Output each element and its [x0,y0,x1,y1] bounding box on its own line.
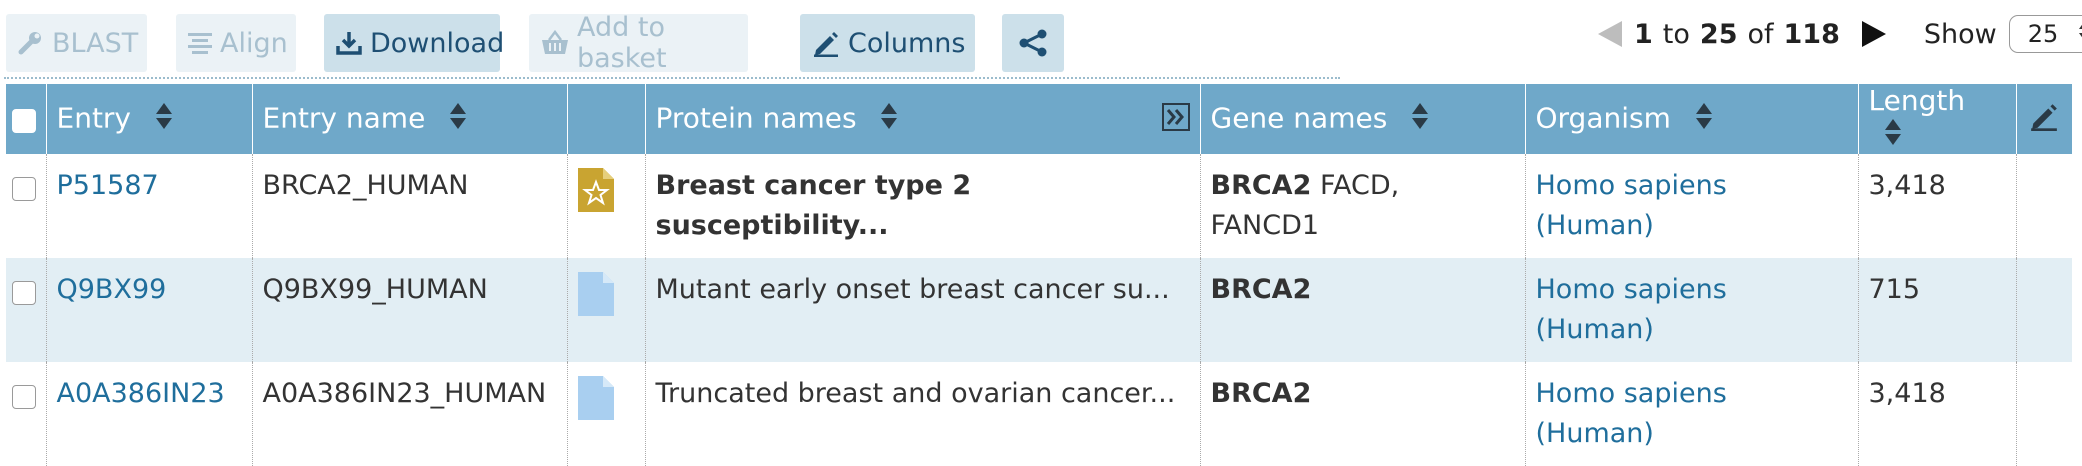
gene-names-cell: BRCA2 FACD, FANCD1 [1199,154,1525,258]
column-header-length[interactable]: Length [1857,84,2016,154]
entry-name-cell: A0A386IN23_HUMAN [251,362,567,466]
organism-header-label: Organism [1535,101,1671,134]
download-button[interactable]: Download [324,14,504,72]
table-header-row: Entry Entry name Protein names Gene name… [6,84,2072,154]
previous-page-icon[interactable] [1596,20,1624,48]
column-header-organism[interactable]: Organism [1524,84,1858,154]
column-header-entry[interactable]: Entry [45,84,252,154]
entry-name-header-label: Entry name [262,101,426,134]
select-all-checkbox[interactable] [12,108,36,133]
length-cell: 3,418 [1857,362,2016,466]
empty-cell [2015,258,2072,362]
pencil-icon [2029,101,2059,131]
gene-primary: BRCA2 [1210,170,1312,201]
select-arrows-icon [2078,20,2082,48]
pagination: 1 to 25 of 118 Show 25 [1596,14,2082,54]
organism-link[interactable]: Homo sapiens (Human) [1536,378,1727,449]
unreviewed-entry-icon [577,272,614,323]
basket-label: Add to basket [577,12,667,74]
align-button[interactable]: Align [176,14,296,72]
share-button[interactable] [1002,14,1064,72]
align-label: Align [220,27,288,59]
entry-link[interactable]: Q9BX99 [57,274,167,305]
wrench-icon [18,30,44,56]
sort-icon[interactable] [1694,101,1714,138]
download-label: Download [370,27,505,59]
column-header-status [566,84,645,154]
table-row: A0A386IN23 A0A386IN23_HUMAN Truncated br… [6,362,2072,466]
sort-icon[interactable] [1410,101,1430,138]
length-cell: 715 [1857,258,2016,362]
sort-icon[interactable] [154,101,174,138]
entry-name-cell: BRCA2_HUMAN [251,154,567,258]
toolbar: BLAST Align Download Add to basket Colum… [0,0,2082,82]
share-icon [1018,28,1048,58]
row-checkbox[interactable] [12,280,36,305]
next-page-icon[interactable] [1860,20,1888,48]
sort-icon[interactable] [1883,117,1903,154]
reviewed-entry-icon [577,168,614,219]
basket-icon [541,30,569,56]
organism-link[interactable]: Homo sapiens (Human) [1536,170,1727,241]
gene-names-header-label: Gene names [1210,101,1388,134]
page-size-select[interactable]: 25 [2008,15,2082,53]
show-label: Show [1923,18,1997,50]
sort-icon[interactable] [448,101,468,138]
protein-name-cell: Breast cancer type 2 susceptibility... [644,154,1200,258]
results-table: Entry Entry name Protein names Gene name… [6,84,2072,466]
page-range-of-word: of [1747,18,1774,50]
blast-label: BLAST [52,27,139,59]
download-icon [336,30,362,56]
gene-names-cell: BRCA2 [1199,258,1525,362]
gene-primary: BRCA2 [1210,274,1312,305]
page-range-from: 1 [1634,18,1653,50]
columns-label: Columns [848,27,966,59]
expand-column-icon[interactable] [1161,102,1190,138]
add-to-basket-button[interactable]: Add to basket [529,12,748,74]
entry-link[interactable]: P51587 [57,170,159,201]
pencil-icon [812,29,840,57]
edit-columns-header[interactable] [2015,84,2072,154]
column-header-entry-name[interactable]: Entry name [251,84,567,154]
column-header-gene-names[interactable]: Gene names [1199,84,1525,154]
entry-header-label: Entry [56,101,132,134]
gene-primary: BRCA2 [1210,378,1312,409]
row-checkbox[interactable] [12,384,36,409]
organism-link[interactable]: Homo sapiens (Human) [1536,274,1727,345]
empty-cell [2015,362,2072,466]
toolbar-divider [4,77,1340,79]
empty-cell [2015,154,2072,258]
page-size-value: 25 [2027,20,2059,48]
results-total: 118 [1783,18,1840,50]
protein-names-header-label: Protein names [655,101,857,134]
align-lines-icon [188,32,212,54]
sort-icon[interactable] [879,101,899,138]
table-row: Q9BX99 Q9BX99_HUMAN Mutant early onset b… [6,258,2072,362]
entry-link[interactable]: A0A386IN23 [57,378,225,409]
page-range-to-word: to [1662,18,1690,50]
column-header-protein-names[interactable]: Protein names [644,84,1200,154]
unreviewed-entry-icon [577,376,614,427]
row-checkbox[interactable] [12,176,36,201]
length-cell: 3,418 [1857,154,2016,258]
protein-name-cell: Mutant early onset breast cancer su... [644,258,1200,362]
columns-button[interactable]: Columns [800,14,975,72]
length-header-label: Length [1868,84,1966,117]
gene-names-cell: BRCA2 [1199,362,1525,466]
protein-name-cell: Truncated breast and ovarian cancer... [644,362,1200,466]
entry-name-cell: Q9BX99_HUMAN [251,258,567,362]
blast-button[interactable]: BLAST [6,14,147,72]
table-row: P51587 BRCA2_HUMAN Breast cancer type 2 … [6,154,2072,258]
page-range-to: 25 [1699,18,1738,50]
